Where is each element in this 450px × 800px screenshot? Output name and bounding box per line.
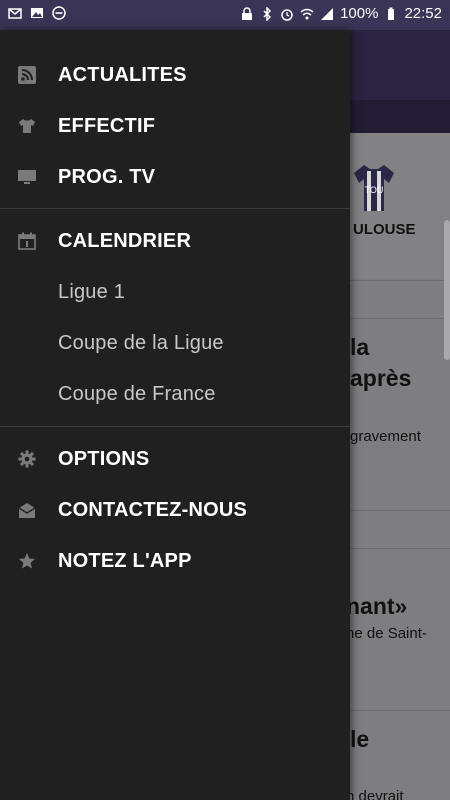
tv-icon <box>18 170 36 184</box>
svg-text:TOU: TOU <box>365 185 384 195</box>
drawer-item-effectif[interactable]: EFFECTIF <box>0 101 350 151</box>
drawer-item-prog-tv[interactable]: PROG. TV <box>0 152 350 202</box>
drawer-item-coupe-de-france[interactable]: Coupe de France <box>0 369 350 419</box>
article-title-line1: la <box>350 334 370 360</box>
app-tab-bar <box>350 100 450 133</box>
article-title: le <box>350 726 370 752</box>
shirt-icon <box>19 119 35 133</box>
background-app: TOU ULOUSE la après gravement nant» ne d… <box>350 30 450 800</box>
calendar-icon <box>18 232 36 250</box>
article-title: nant» <box>350 593 408 619</box>
settings-gear-icon <box>18 450 36 468</box>
wifi-icon <box>300 8 314 19</box>
navigation-drawer: ACTUALITES EFFECTIF PROG. TV CALENDRIER … <box>0 30 350 800</box>
clock: 22:52 <box>404 5 442 22</box>
lock-icon <box>242 6 253 20</box>
drawer-item-label: Coupe de la Ligue <box>58 331 224 354</box>
article-snippet: n devrait <box>350 788 404 800</box>
app-toolbar <box>350 30 450 100</box>
drawer-item-label: NOTEZ L'APP <box>58 549 192 572</box>
drawer-item-actualites[interactable]: ACTUALITES <box>0 50 350 100</box>
article-snippet: gravement <box>350 428 421 445</box>
article-title-line2: après <box>350 365 412 391</box>
drawer-item-calendrier[interactable]: CALENDRIER <box>0 216 350 266</box>
rss-feed-icon <box>18 66 36 84</box>
drawer-item-label: CALENDRIER <box>58 229 192 252</box>
do-not-disturb-icon <box>52 6 66 20</box>
alarm-icon <box>281 8 293 21</box>
status-bar: 100% 22:52 <box>0 0 450 30</box>
battery-icon <box>388 7 395 20</box>
mail-open-icon <box>18 503 36 518</box>
drawer-item-coupe-de-la-ligue[interactable]: Coupe de la Ligue <box>0 318 350 368</box>
drawer-item-notez-lapp[interactable]: NOTEZ L'APP <box>0 536 350 586</box>
signal-icon <box>321 7 334 20</box>
battery-percentage: 100% <box>340 5 379 22</box>
drawer-item-options[interactable]: OPTIONS <box>0 434 350 484</box>
drawer-item-label: ACTUALITES <box>58 63 187 86</box>
drawer-item-ligue-1[interactable]: Ligue 1 <box>0 267 350 317</box>
bluetooth-icon <box>263 6 272 21</box>
match-card: TOU ULOUSE <box>350 133 450 279</box>
drawer-divider <box>0 208 350 209</box>
star-icon <box>19 553 35 569</box>
drawer-item-label: PROG. TV <box>58 165 156 188</box>
scrollbar-thumb[interactable] <box>444 220 450 360</box>
drawer-divider <box>0 426 350 427</box>
drawer-item-label: OPTIONS <box>58 447 150 470</box>
jersey-icon: TOU <box>354 165 394 211</box>
drawer-item-label: Coupe de France <box>58 382 216 405</box>
mail-notification-icon <box>8 8 22 19</box>
team-name: ULOUSE <box>353 221 416 238</box>
article-snippet: ne de Saint- <box>350 625 427 642</box>
drawer-item-label: Ligue 1 <box>58 280 126 303</box>
drawer-item-label: CONTACTEZ-NOUS <box>58 498 248 521</box>
drawer-item-label: EFFECTIF <box>58 114 156 137</box>
image-notification-icon <box>31 8 43 18</box>
drawer-item-contactez-nous[interactable]: CONTACTEZ-NOUS <box>0 485 350 535</box>
